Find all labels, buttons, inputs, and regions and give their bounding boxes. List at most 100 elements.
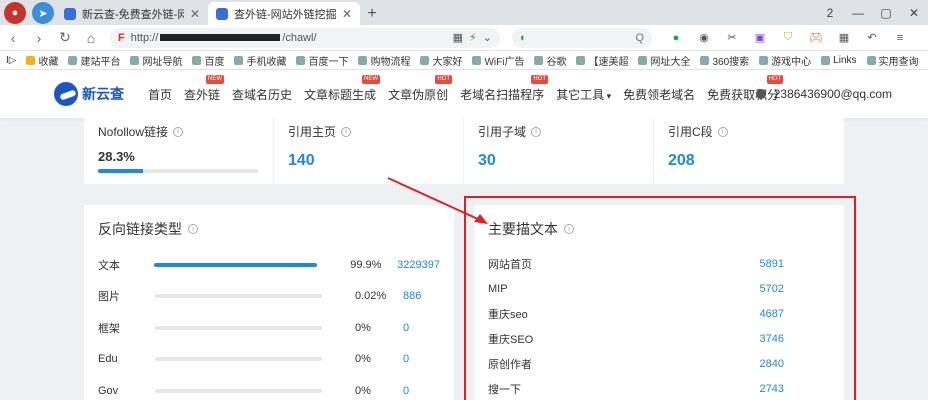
info-icon[interactable]: i: [717, 126, 728, 137]
tab-count-button[interactable]: 2: [816, 6, 844, 20]
stats-card: Nofollow链接 i 28.3% 引用主页 i 140 引用子域 i 30 引用C…: [84, 118, 844, 184]
link-type-count[interactable]: 0: [403, 385, 409, 397]
grid-icon[interactable]: ▦: [834, 30, 854, 46]
back-icon[interactable]: ‹: [0, 30, 26, 46]
site-logo[interactable]: 新云查: [54, 82, 124, 106]
list-item: 原创作者 2840: [488, 351, 830, 376]
site-info-icon[interactable]: F: [118, 32, 125, 44]
anchor-count[interactable]: 2743: [760, 383, 784, 395]
nav-item[interactable]: 文章伪原创 HOT: [388, 74, 453, 103]
bookmark-label: 【速美超: [588, 56, 629, 68]
bookmark-item[interactable]: 大家好: [420, 53, 462, 68]
stat-referring-subdomains: 引用子域 i 30: [464, 118, 654, 184]
nav-item[interactable]: 首页: [148, 86, 172, 103]
card-title: 反向链接类型 i: [98, 219, 440, 239]
card-title: 主要描文本 i: [488, 219, 830, 239]
bookmark-item[interactable]: 谷歌: [534, 53, 566, 68]
minimize-button[interactable]: —: [844, 6, 872, 20]
anchor-count[interactable]: 3746: [760, 333, 784, 345]
bookmark-item[interactable]: 【速美超: [576, 53, 628, 68]
nav-item[interactable]: 老域名扫描程序 HOT: [460, 74, 549, 103]
close-window-button[interactable]: ✕: [900, 6, 928, 20]
lightning-icon[interactable]: ⚡: [469, 31, 477, 44]
translate-icon[interactable]: ▣: [750, 30, 770, 46]
qr-icon[interactable]: ▦: [453, 31, 463, 44]
bookmark-item[interactable]: 购物流程: [358, 53, 410, 68]
bookmark-label: 网址大全: [650, 56, 691, 68]
profile-icon[interactable]: ●: [4, 2, 26, 24]
telegram-icon[interactable]: ➤: [32, 2, 54, 24]
link-type-count[interactable]: 3229397: [397, 259, 440, 271]
bookmark-item[interactable]: 游戏中心: [759, 53, 811, 68]
bookmark-item[interactable]: 百度一下: [296, 53, 348, 68]
anchor-count[interactable]: 5891: [760, 258, 784, 270]
url-text[interactable]: http:///chawl/: [131, 32, 447, 44]
bookmark-item[interactable]: 百度: [192, 53, 224, 68]
info-icon[interactable]: i: [341, 126, 352, 137]
bookmark-item[interactable]: WiFi广告: [472, 53, 524, 68]
gamepad-icon[interactable]: 🎮︎: [806, 30, 826, 46]
list-item: 文本 99.9% 3229397: [98, 249, 440, 281]
dropdown-icon[interactable]: ⌄: [483, 31, 492, 44]
shield-icon[interactable]: ⛉: [778, 30, 798, 46]
browser-tab-2[interactable]: 查外链-网站外链挖掘分析-新云 ✕: [208, 2, 360, 25]
search-box[interactable]: ◐ Q: [512, 27, 652, 48]
close-icon[interactable]: ✕: [342, 7, 352, 21]
anchor-count[interactable]: 5702: [760, 283, 784, 295]
search-engine-icon[interactable]: ◐: [520, 32, 527, 44]
info-icon[interactable]: i: [564, 224, 574, 234]
new-tab-button[interactable]: +: [360, 2, 384, 25]
info-icon[interactable]: i: [173, 126, 184, 137]
nav-item[interactable]: 文章标题生成 NEW: [304, 74, 381, 103]
info-icon[interactable]: i: [188, 224, 198, 234]
bookmark-item[interactable]: 网址导航: [130, 53, 182, 68]
browser-tab-1[interactable]: 新云查-免费查外链-网站域名建 ✕: [56, 2, 208, 25]
undo-icon[interactable]: ↶: [862, 30, 882, 46]
bookmark-item[interactable]: 实用查询: [866, 53, 919, 68]
scissors-icon[interactable]: ✂: [722, 30, 742, 46]
link-type-count[interactable]: 886: [403, 290, 421, 302]
anchor-text-card: 主要描文本 i 网站首页 5891 MIP 5702 重庆seo 4687 重庆SEO 3746…: [474, 205, 844, 400]
bookmark-item[interactable]: 收藏: [26, 53, 58, 68]
bookmark-item[interactable]: 网址大全: [638, 53, 690, 68]
link-type-bar: [155, 357, 322, 362]
bookmark-label: 购物流程: [370, 56, 411, 68]
nav-item[interactable]: 其它工具 ▾: [556, 86, 611, 103]
anchor-count[interactable]: 4687: [760, 308, 784, 320]
home-icon[interactable]: ⌂: [78, 30, 104, 46]
info-icon[interactable]: i: [531, 126, 542, 137]
user-email: 2386436900@qq.com: [773, 87, 892, 101]
bookmark-favicon-icon: [296, 55, 306, 65]
sidebar-toggle-icon[interactable]: I▷: [6, 55, 16, 66]
browser-tab-strip: ● ➤ 新云查-免费查外链-网站域名建 ✕ 查外链-网站外链挖掘分析-新云 ✕ …: [0, 0, 928, 25]
close-icon[interactable]: ✕: [190, 7, 200, 21]
nav-item[interactable]: 免费领老域名: [623, 86, 695, 103]
reload-icon[interactable]: ↻: [52, 29, 78, 46]
chat-icon[interactable]: ◉: [694, 30, 714, 46]
nav-item[interactable]: 查域名历史: [232, 86, 292, 103]
nav-item-label: 文章标题生成: [304, 87, 377, 102]
stat-label: Nofollow链接 i: [98, 123, 259, 140]
bookmark-favicon-icon: [576, 55, 586, 65]
search-icon[interactable]: Q: [635, 32, 644, 44]
bookmark-item[interactable]: Links: [821, 55, 857, 66]
chevron-down-icon: ▾: [604, 90, 612, 101]
menu-icon[interactable]: ≡: [890, 30, 910, 46]
anchor-count[interactable]: 2840: [760, 358, 784, 370]
link-type-count[interactable]: 0: [403, 322, 409, 334]
link-type-count[interactable]: 0: [403, 353, 409, 365]
maximize-button[interactable]: ▢: [872, 6, 900, 20]
extension-green-icon[interactable]: ●: [666, 30, 686, 46]
forward-icon[interactable]: ›: [26, 30, 52, 46]
nav-badge: HOT: [435, 74, 453, 84]
bookmark-item[interactable]: 手机收藏: [234, 53, 286, 68]
bookmark-item[interactable]: 360搜索: [700, 53, 749, 68]
bookmark-label: 百度: [204, 56, 225, 68]
bookmark-label: 建站平台: [80, 56, 121, 68]
tab-title: 新云查-免费查外链-网站域名建: [82, 8, 184, 21]
user-account[interactable]: 2386436900@qq.com: [755, 87, 892, 101]
bookmark-item[interactable]: 建站平台: [68, 53, 120, 68]
address-bar[interactable]: F http:///chawl/ ▦ ⚡ ⌄: [110, 27, 500, 48]
link-type-bar: [155, 325, 322, 330]
nav-item[interactable]: 查外链 NEW: [184, 74, 225, 103]
